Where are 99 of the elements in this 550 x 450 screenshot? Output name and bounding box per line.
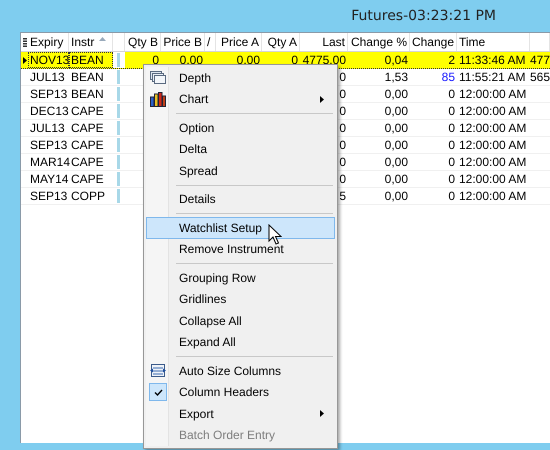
table-cell: JUL13 [30,120,65,136]
table-cell: SEP13 [30,137,68,153]
table-cell: 0 [448,171,455,187]
table-cell: BEAN [71,86,104,102]
table-cell: CAPE [71,120,104,136]
table-cell: 0,00 [384,154,408,170]
table-cell: 12:00:00 AM [459,103,526,119]
table-cell: 0,00 [384,86,408,102]
table-cell: 1,53 [384,69,408,85]
table-cell: BEAN [71,69,104,85]
table-cell: MAY14 [30,171,68,187]
menu-item[interactable]: Expand All [146,332,335,353]
table-cell: 0 [339,69,346,85]
table-cell: NOV13 [30,52,70,68]
table-cell: CAPE [71,137,104,153]
table-cell: 0,04 [384,52,408,68]
table-cell: 0,00 [384,137,408,153]
table-cell: 0 [448,188,455,204]
table-cell: 0 [339,154,346,170]
table-cell: 2 [448,52,455,68]
table-cell: 0,00 [236,52,260,68]
stacked-windows-icon [150,70,166,85]
table-cell: 11:33:46 AM [459,52,526,68]
table-cell: SEP13 [30,86,68,102]
menu-item[interactable]: Details [146,188,335,210]
table-cell: 0,00 [384,188,408,204]
column-header[interactable]: / [207,33,210,51]
menu-item[interactable]: Gridlines [146,288,335,310]
table-cell: JUL13 [30,69,65,85]
table-cell: SEP13 [30,188,68,204]
columns-icon [150,364,166,378]
cell-marker [117,53,120,67]
cell-marker [117,104,120,118]
table-cell: 0 [339,120,346,136]
column-header[interactable]: Change % [350,33,407,51]
table-cell: 12:00:00 AM [459,188,526,204]
column-chooser-icon[interactable] [22,38,26,46]
table-cell: MAR14 [30,154,70,170]
menu-item[interactable]: Option [146,117,335,138]
table-cell: 0 [448,86,455,102]
cell-marker [117,155,120,169]
cell-marker [117,87,120,101]
table-cell: 11:55:21 AM [459,69,526,85]
table-cell: 0 [339,86,346,102]
table-cell: 0 [339,171,346,187]
cell-marker [117,138,120,152]
table-cell: 0,00 [384,120,408,136]
mouse-pointer-icon [268,224,282,246]
table-cell: 0 [448,103,455,119]
table-cell: 0 [339,103,346,119]
column-header[interactable]: Qty B [128,33,158,51]
table-cell: 12:00:00 AM [459,171,526,187]
column-header[interactable]: Last [322,33,345,51]
column-header[interactable]: Expiry [30,33,64,51]
column-header[interactable]: Qty A [268,33,297,51]
table-cell: 0,00 [180,52,203,68]
cell-marker [117,172,120,186]
column-header[interactable]: Time [459,33,486,51]
table-cell: COPP [71,188,106,204]
menu-item[interactable]: Grouping Row [146,267,335,288]
column-header[interactable]: Instr [71,33,94,51]
table-cell: 0 [448,120,455,136]
table-cell: 5 [339,188,346,204]
table-cell: 565 [530,69,550,85]
menu-item[interactable]: Auto Size Columns [146,360,335,382]
current-row-icon [22,56,26,64]
menu-item[interactable]: Depth [146,67,335,88]
table-cell: 0,00 [384,103,408,119]
table-cell: DEC13 [30,103,69,119]
cell-marker [117,121,120,135]
menu-item[interactable]: Export [146,403,335,424]
table-cell: 0 [152,52,159,68]
table-cell: CAPE [71,103,104,119]
table-cell: 0 [339,137,346,153]
table-cell: 477 [530,52,550,68]
table-cell: 0,00 [384,171,408,187]
table-cell: CAPE [71,171,104,187]
menu-item[interactable]: Watchlist Setup [146,217,335,238]
table-cell: 85 [442,69,455,85]
table-cell: 4775,00 [302,52,346,68]
menu-item[interactable]: Column Headers [146,382,335,403]
column-header[interactable]: Change [412,33,454,51]
cell-marker [117,70,120,84]
table-cell: 12:00:00 AM [459,154,526,170]
table-cell: 0 [448,137,455,153]
column-header[interactable]: Price B [163,33,202,51]
window-title: Futures-03:23:21 PM [351,8,496,24]
menu-item[interactable]: Remove Instrument [146,238,335,260]
table-cell: 12:00:00 AM [459,120,526,136]
table-cell: 0 [448,154,455,170]
column-header[interactable]: Price A [220,33,259,51]
table-cell: 12:00:00 AM [459,86,526,102]
table-cell: 0 [291,52,298,68]
cell-marker [117,189,120,203]
menu-item[interactable]: Collapse All [146,310,335,332]
bar-chart-icon [150,92,166,107]
table-cell: BEAN [71,52,104,68]
table-cell: CAPE [71,154,104,170]
table-cell: 12:00:00 AM [459,137,526,153]
